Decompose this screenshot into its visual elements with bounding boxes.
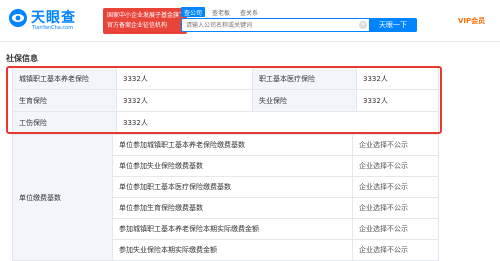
- highlight-box: [6, 66, 442, 134]
- table-row: 单位缴费基数 单位参加城镇职工基本养老保险缴费基数 企业选择不公示: [12, 134, 439, 261]
- row-status: 企业选择不公示: [352, 197, 439, 219]
- search-button[interactable]: 天眼一下: [369, 18, 417, 32]
- row-item: 参加城镇职工基本养老保险本期实际缴费金额: [112, 218, 353, 240]
- row-status: 企业选择不公示: [352, 155, 439, 177]
- row-status: 企业选择不公示: [352, 218, 439, 240]
- logo[interactable]: 天眼查 TianYanCha.com: [8, 6, 96, 36]
- row-item: 单位参加生育保险缴费基数: [112, 197, 353, 219]
- contribution-table: 单位缴费基数 单位参加城镇职工基本养老保险缴费基数 企业选择不公示 单位参加失业…: [12, 134, 439, 261]
- logo-eye-icon: [9, 9, 27, 27]
- row-item: 单位参加失业保险缴费基数: [112, 155, 353, 177]
- tab-company[interactable]: 查公司: [181, 7, 206, 17]
- official-badge: 国家中小企业发展子基金旗下 官方备案企业征信机构: [103, 8, 187, 34]
- search-input[interactable]: [182, 19, 368, 31]
- row-status: 企业选择不公示: [352, 239, 439, 261]
- clear-icon[interactable]: ×: [359, 21, 367, 29]
- row-item: 单位参加城镇职工基本养老保险缴费基数: [112, 134, 353, 156]
- row-status: 企业选择不公示: [352, 134, 439, 156]
- badge-line-2: 官方备案企业征信机构: [107, 22, 168, 29]
- row-item: 参加失业保险本期实际缴费金额: [112, 239, 353, 261]
- row-item: 单位参加职工基本医疗保险缴费基数: [112, 176, 353, 198]
- tab-boss[interactable]: 查老板: [209, 7, 233, 17]
- tab-relation[interactable]: 查关系: [237, 7, 261, 17]
- badge-line-1: 国家中小企业发展子基金旗下: [107, 12, 186, 19]
- search-tabs: 查公司 查老板 查关系: [181, 7, 261, 17]
- vip-link[interactable]: VIP会员: [458, 16, 485, 26]
- group-label: 单位缴费基数: [12, 134, 113, 261]
- section-title: 社保信息: [6, 54, 38, 63]
- search-box: × 天眼一下: [181, 18, 417, 32]
- site-header: 天眼查 TianYanCha.com 国家中小企业发展子基金旗下 官方备案企业征…: [0, 0, 500, 42]
- logo-text: 天眼查: [31, 10, 76, 26]
- logo-domain: TianYanCha.com: [32, 25, 74, 31]
- row-status: 企业选择不公示: [352, 176, 439, 198]
